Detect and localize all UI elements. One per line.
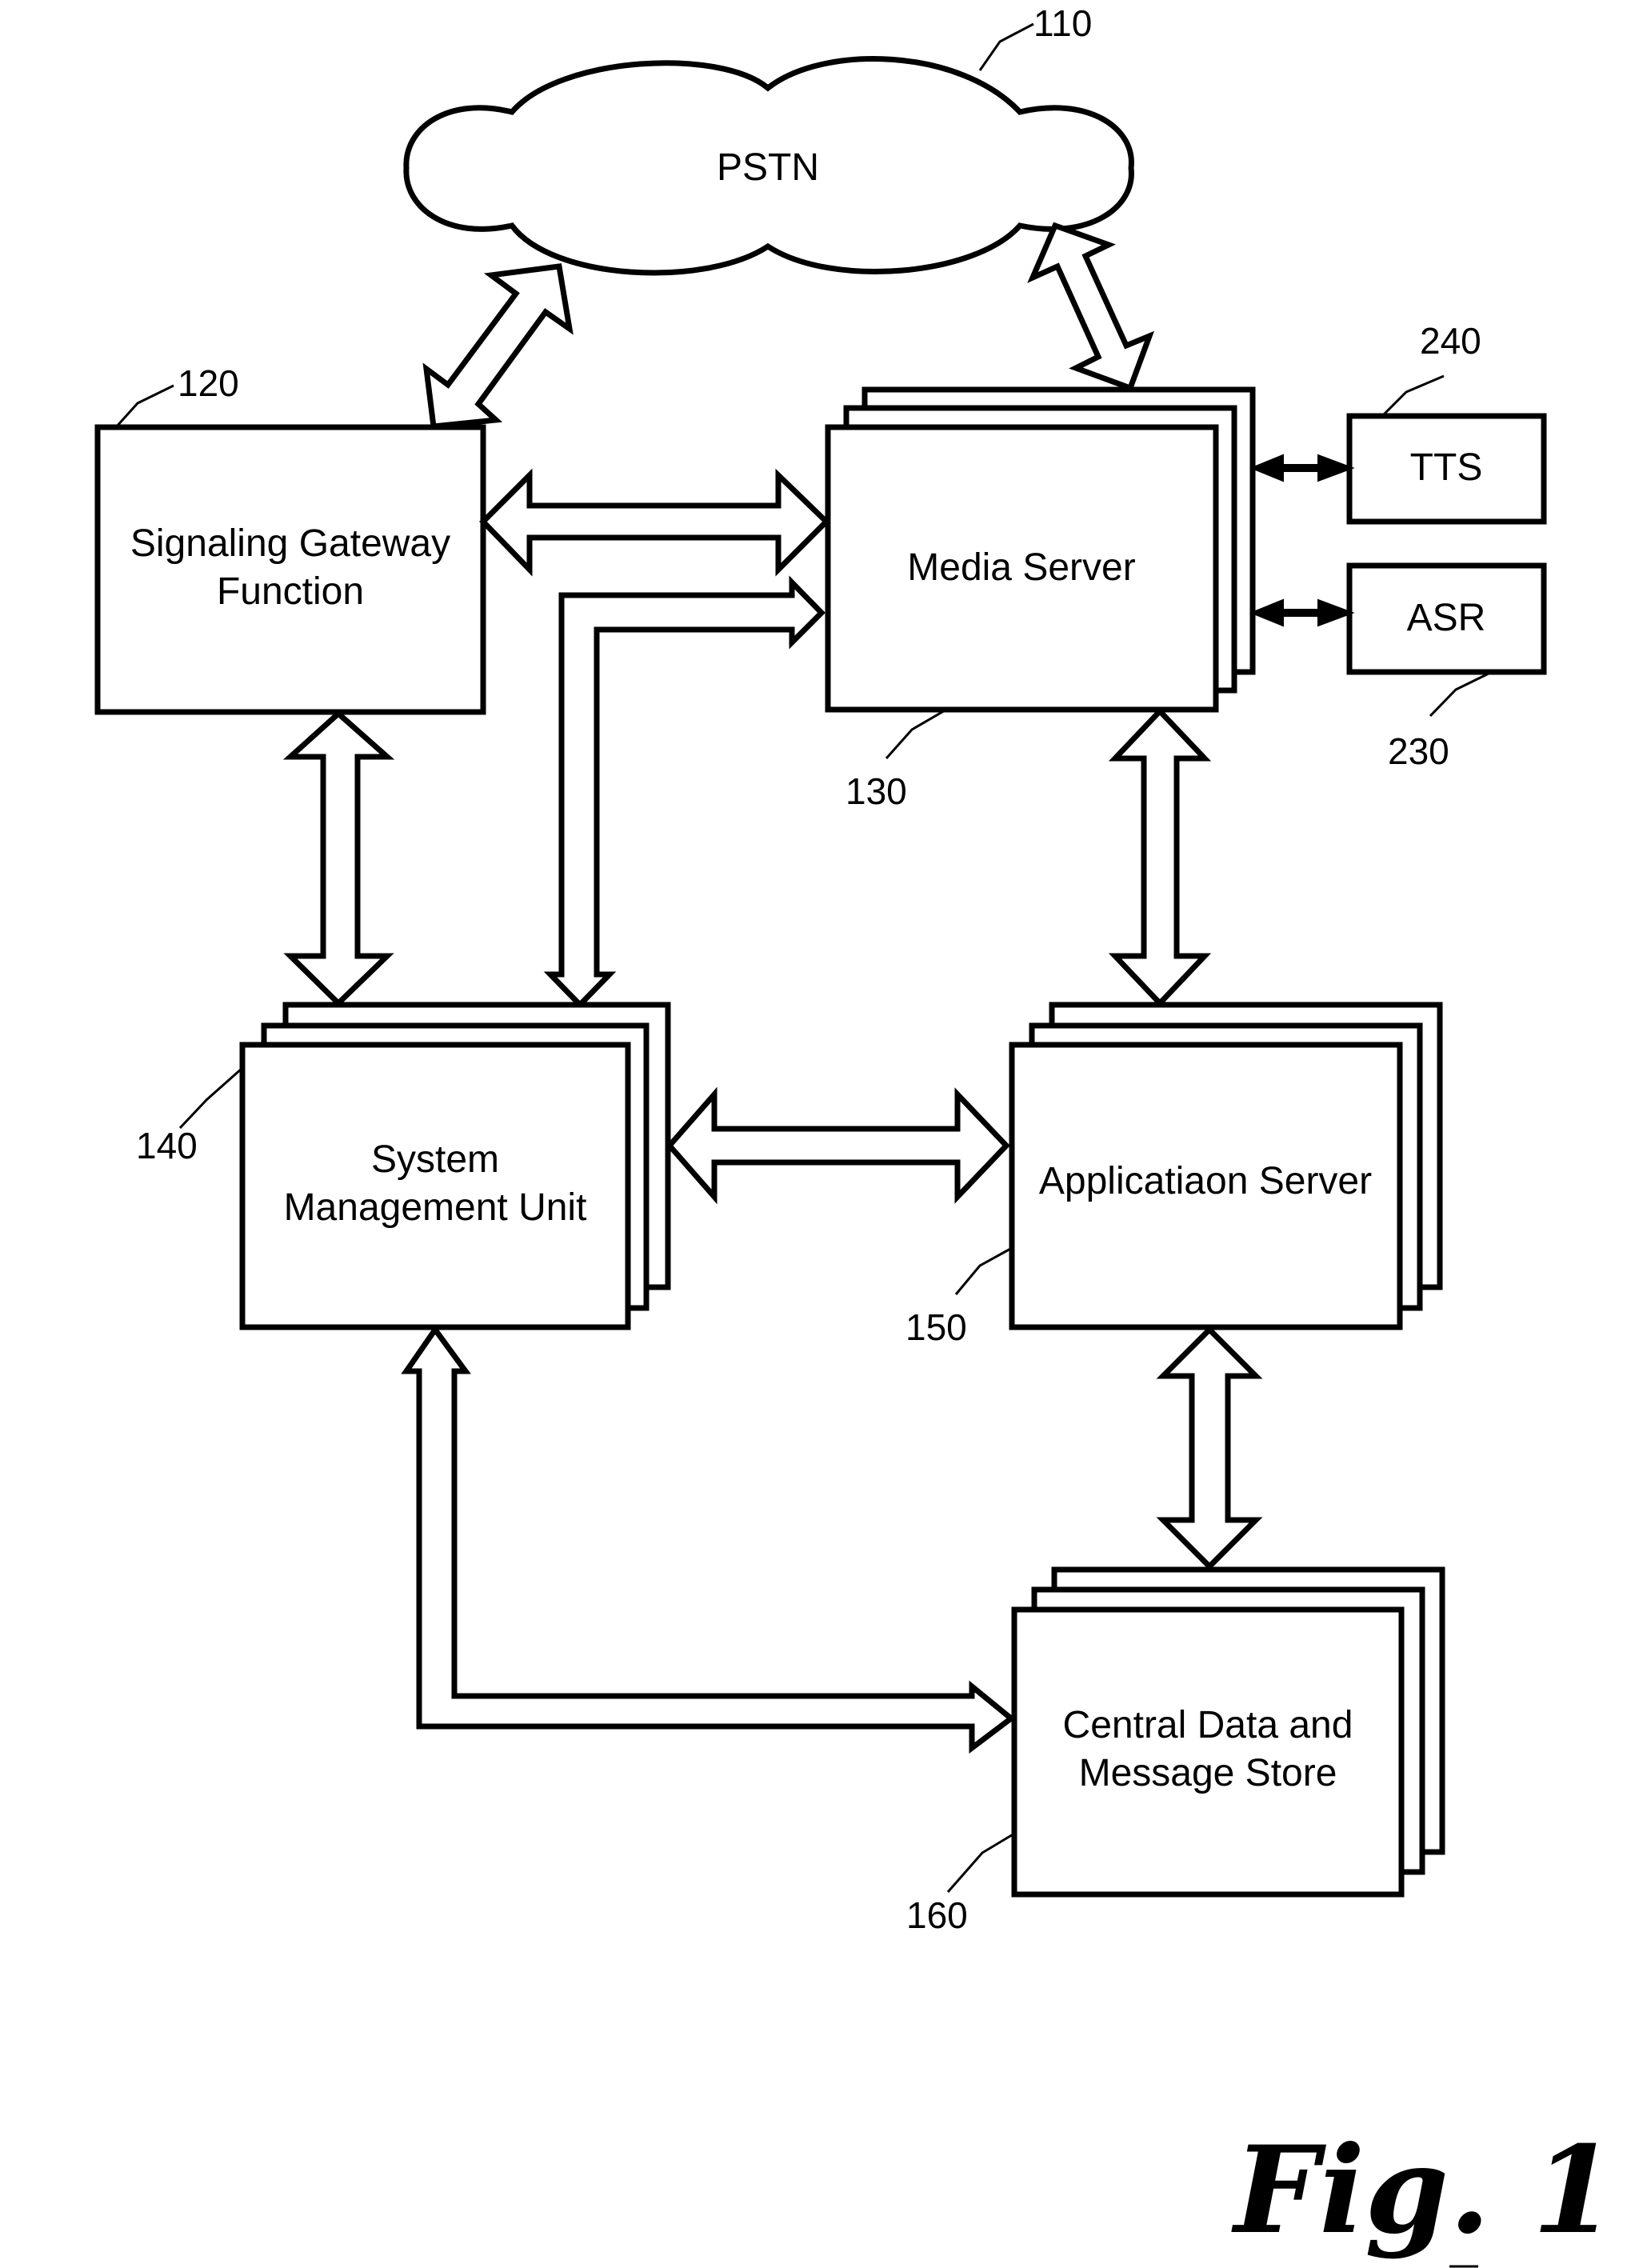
arrow-smu-cdms — [401, 1324, 1016, 1754]
smu-leader-line — [178, 1066, 243, 1130]
app-server-ref: 150 — [905, 1306, 967, 1348]
arrow-smu-media-server — [543, 575, 825, 1010]
sgf-node: Signaling Gateway Function 120 — [94, 362, 486, 715]
arrow-media-server-tts — [1249, 454, 1355, 482]
sgf-box — [94, 424, 486, 715]
cdms-ref: 160 — [906, 1894, 968, 1936]
arrow-media-server-asr — [1249, 598, 1355, 627]
figure-label: Fig. 1 — [1231, 2120, 1616, 2261]
arrow-pstn-media-server — [1027, 222, 1155, 392]
tts-leader-line — [1381, 374, 1445, 418]
asr-label: ASR — [1407, 597, 1486, 639]
arrow-pstn-sgf — [422, 263, 574, 430]
pstn-ref: 110 — [1033, 2, 1092, 44]
sgf-label-line1: Signaling Gateway — [130, 522, 450, 565]
smu-ref: 140 — [136, 1125, 198, 1166]
sgf-ref: 120 — [178, 362, 239, 404]
asr-ref: 230 — [1388, 730, 1449, 772]
smu-node: System Management Unit 140 — [136, 1002, 671, 1330]
pstn-cloud: PSTN 110 — [403, 2, 1134, 276]
smu-label-line1: System — [371, 1138, 499, 1181]
media-server-label: Media Server — [907, 546, 1135, 589]
pstn-leader-line — [978, 22, 1034, 71]
arrow-smu-app-server — [666, 1086, 1010, 1205]
arrow-app-server-cdms — [1156, 1326, 1263, 1570]
arrow-sgf-media-server — [479, 468, 830, 577]
media-server-ref: 130 — [845, 770, 907, 812]
tts-node: TTS 240 — [1346, 320, 1547, 525]
asr-leader-line — [1429, 670, 1493, 718]
smu-label-line2: Management Unit — [284, 1186, 587, 1229]
asr-node: ASR 230 — [1346, 562, 1547, 772]
cdms-node: Central Data and Message Store 160 — [906, 1566, 1445, 1936]
sgf-leader-line — [114, 384, 174, 429]
pstn-label: PSTN — [717, 146, 819, 189]
media-server-leader-line — [885, 708, 947, 759]
arrow-media-server-app-server — [1108, 706, 1212, 1008]
app-server-leader-line — [954, 1246, 1013, 1295]
cdms-label-line2: Message Store — [1079, 1752, 1337, 1794]
tts-label: TTS — [1410, 446, 1483, 489]
cdms-label-line1: Central Data and — [1063, 1704, 1353, 1746]
sgf-label-line2: Function — [217, 570, 364, 613]
tts-ref: 240 — [1420, 320, 1481, 362]
app-server-label: Applicatiaon Server — [1039, 1160, 1372, 1202]
patent-diagram: PSTN 110 Signaling Gateway Function 120 … — [94, 2, 1616, 2268]
cdms-leader-line — [946, 1832, 1015, 1893]
app-server-node: Applicatiaon Server 150 — [905, 1002, 1443, 1348]
arrow-sgf-smu — [282, 710, 395, 1007]
